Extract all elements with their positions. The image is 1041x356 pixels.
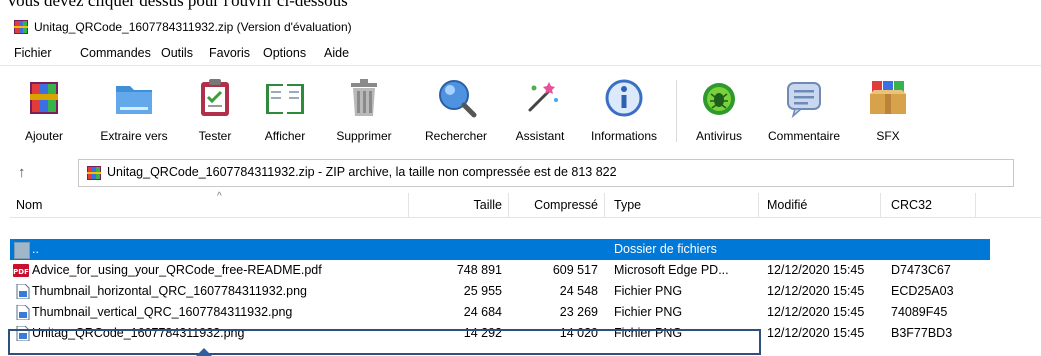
wizard-wand-icon: [528, 82, 558, 112]
row-size: 24 684: [463, 305, 502, 319]
add-label: Ajouter: [24, 129, 64, 143]
table-row[interactable]: Thumbnail_vertical_QRC_1607784311932.png…: [10, 302, 990, 323]
menu-aide[interactable]: Aide: [324, 46, 349, 60]
toolbar: Ajouter Extraire vers Tester Afficher Su…: [0, 65, 1041, 156]
wizard-button[interactable]: Assistant: [503, 66, 577, 156]
row-crc32: B3F77BD3: [891, 326, 953, 340]
trash-icon: [351, 79, 377, 116]
png-file-icon: [16, 305, 30, 320]
winrar-app-icon: [14, 20, 28, 34]
row-type: Microsoft Edge PD...: [614, 263, 729, 277]
toolbar-separator: [676, 80, 677, 142]
comment-icon: [787, 82, 821, 119]
row-modified: 12/12/2020 15:45: [767, 284, 865, 298]
extract-folder-icon: [116, 86, 152, 114]
sort-up-icon: ^: [217, 191, 222, 202]
cropped-caption: Vous devez cliquer dessus pour l'ouvrir …: [0, 0, 1041, 14]
add-archive-icon: [30, 82, 58, 114]
test-clipboard-icon: [201, 79, 229, 116]
menu-favoris[interactable]: Favoris: [209, 46, 250, 60]
window-title: Unitag_QRCode_1607784311932.zip (Version…: [34, 20, 352, 34]
info-button[interactable]: Informations: [578, 66, 670, 156]
magnifier-icon: [439, 80, 477, 118]
info-label: Informations: [590, 129, 658, 143]
row-name: Thumbnail_vertical_QRC_1607784311932.png: [32, 305, 293, 319]
add-button[interactable]: Ajouter: [14, 66, 74, 156]
delete-button[interactable]: Supprimer: [328, 66, 400, 156]
address-field[interactable]: Unitag_QRCode_1607784311932.zip - ZIP ar…: [78, 159, 1014, 187]
menu-fichier[interactable]: Fichier: [14, 46, 52, 60]
zip-archive-icon: [87, 166, 101, 180]
table-row[interactable]: PDF Advice_for_using_your_QRCode_free-RE…: [10, 260, 990, 281]
row-crc32: ECD25A03: [891, 284, 954, 298]
column-header: Nom ^ Taille Compressé Type Modifié CRC3…: [10, 191, 1041, 218]
address-text: Unitag_QRCode_1607784311932.zip - ZIP ar…: [107, 165, 617, 179]
delete-label: Supprimer: [336, 129, 392, 143]
pointer-arrow-icon: [196, 348, 212, 356]
antivirus-button[interactable]: Antivirus: [684, 66, 754, 156]
column-divider[interactable]: [975, 193, 976, 217]
row-modified: 12/12/2020 15:45: [767, 263, 865, 277]
info-icon: [605, 79, 643, 117]
comment-label: Commentaire: [767, 129, 841, 143]
wizard-label: Assistant: [515, 129, 565, 143]
table-row-parent-folder[interactable]: .. Dossier de fichiers: [10, 239, 990, 260]
test-label: Tester: [198, 129, 232, 143]
column-divider[interactable]: [408, 193, 409, 217]
sfx-button[interactable]: SFX: [858, 66, 918, 156]
highlight-box: [8, 329, 761, 355]
view-book-icon: [266, 84, 304, 114]
antivirus-label: Antivirus: [695, 129, 742, 143]
row-name: Thumbnail_horizontal_QRC_1607784311932.p…: [32, 284, 307, 298]
column-divider[interactable]: [758, 193, 759, 217]
menu-commandes[interactable]: Commandes: [80, 46, 151, 60]
row-type: Dossier de fichiers: [614, 242, 717, 256]
column-crc32[interactable]: CRC32: [891, 193, 971, 217]
search-button[interactable]: Rechercher: [414, 66, 498, 156]
table-row[interactable]: Thumbnail_horizontal_QRC_1607784311932.p…: [10, 281, 990, 302]
caption-text: Vous devez cliquer dessus pour l'ouvrir …: [6, 0, 348, 10]
view-button[interactable]: Afficher: [254, 66, 316, 156]
menu-bar: Fichier Commandes Outils Favoris Options…: [0, 41, 1041, 65]
menu-options[interactable]: Options: [263, 46, 306, 60]
row-packed: 609 517: [552, 263, 598, 277]
column-type[interactable]: Type: [614, 193, 754, 217]
row-size: 748 891: [456, 263, 502, 277]
sfx-label: SFX: [876, 129, 900, 143]
winrar-window: Unitag_QRCode_1607784311932.zip (Version…: [0, 13, 1041, 356]
row-modified: 12/12/2020 15:45: [767, 326, 865, 340]
up-arrow-icon[interactable]: ↑: [18, 164, 26, 181]
row-modified: 12/12/2020 15:45: [767, 305, 865, 319]
row-packed: 24 548: [559, 284, 598, 298]
pdf-icon: PDF: [13, 264, 29, 277]
row-name: Advice_for_using_your_QRCode_free-README…: [32, 263, 322, 277]
column-name[interactable]: Nom: [16, 193, 406, 217]
row-type: Fichier PNG: [614, 284, 683, 298]
comment-button[interactable]: Commentaire: [758, 66, 850, 156]
row-crc32: 74089F45: [891, 305, 948, 319]
folder-icon: [14, 242, 30, 259]
png-file-icon: [16, 284, 30, 299]
title-bar: Unitag_QRCode_1607784311932.zip (Version…: [0, 13, 1041, 41]
antivirus-bug-icon: [703, 83, 735, 115]
row-crc32: D7473C67: [891, 263, 951, 277]
column-size[interactable]: Taille: [410, 193, 508, 217]
svg-text:PDF: PDF: [13, 268, 29, 276]
column-divider[interactable]: [604, 193, 605, 217]
row-packed: 23 269: [559, 305, 598, 319]
menu-outils[interactable]: Outils: [161, 46, 193, 60]
sfx-box-icon: [870, 81, 906, 114]
column-divider[interactable]: [880, 193, 881, 217]
extract-button[interactable]: Extraire vers: [92, 66, 176, 156]
test-button[interactable]: Tester: [186, 66, 244, 156]
row-name: ..: [32, 242, 39, 256]
extract-label: Extraire vers: [100, 129, 168, 143]
column-modified[interactable]: Modifié: [767, 193, 877, 217]
search-label: Rechercher: [424, 129, 488, 143]
view-label: Afficher: [264, 129, 306, 143]
address-bar: ↑ Unitag_QRCode_1607784311932.zip - ZIP …: [0, 155, 1041, 191]
row-type: Fichier PNG: [614, 305, 683, 319]
column-packed[interactable]: Compressé: [509, 193, 604, 217]
row-size: 25 955: [463, 284, 502, 298]
